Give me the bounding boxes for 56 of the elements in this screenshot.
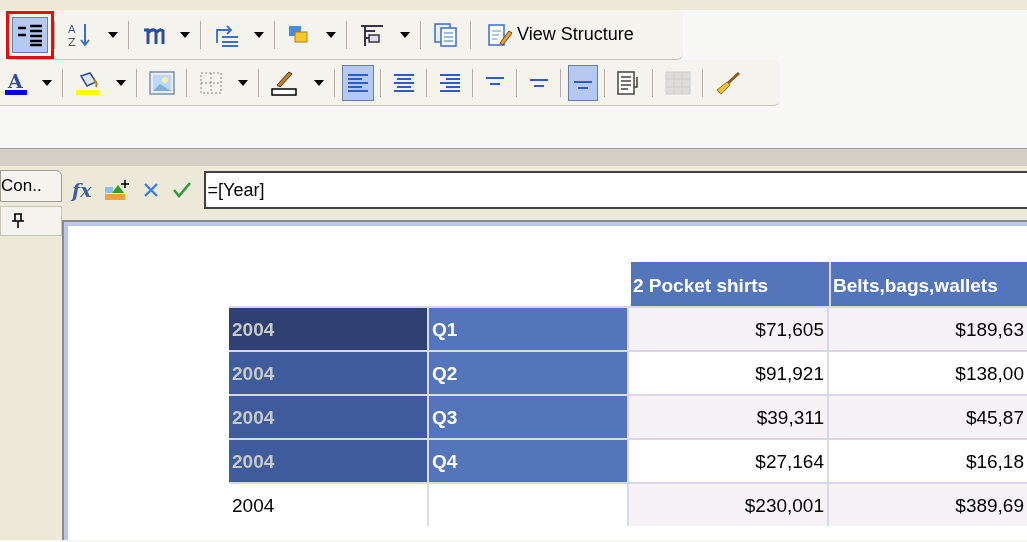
align-center-icon (393, 72, 415, 93)
structure-icon (17, 22, 43, 47)
align-left-button[interactable] (342, 64, 374, 101)
row-header-cell: 2004 (229, 440, 429, 482)
structure-button[interactable] (12, 16, 48, 53)
caret-icon[interactable] (238, 79, 248, 86)
cancel-icon[interactable] (141, 181, 160, 199)
value-cell: $189,63 (829, 308, 1027, 350)
caret-icon[interactable] (180, 31, 190, 38)
align-right-icon (439, 72, 461, 93)
row-header-cell: Q3 (429, 396, 629, 438)
align-left-icon (347, 72, 369, 93)
formula-field[interactable]: =[Year] (203, 171, 1027, 209)
view-structure-button[interactable]: View Structure (478, 16, 639, 53)
function-icon[interactable]: fx (72, 175, 92, 205)
value-cell: $45,87 (829, 396, 1027, 438)
value-cell: $230,001 (629, 484, 829, 526)
row-header-cell: Q1 (429, 308, 629, 350)
image-icon (149, 70, 175, 95)
border-icon (199, 70, 223, 95)
document-pencil-icon (487, 22, 513, 47)
row-header-cell: 2004 (229, 484, 429, 526)
caret-icon[interactable] (326, 31, 336, 38)
layers-icon (287, 23, 311, 46)
row-header-cell: 2004 (229, 308, 429, 350)
panel-tab[interactable]: Con.. (0, 170, 62, 202)
valign-bottom-icon (573, 80, 593, 89)
broom-icon (715, 70, 741, 95)
caret-icon[interactable] (108, 31, 118, 38)
check-icon[interactable] (171, 181, 192, 199)
indent-icon (213, 22, 239, 47)
pin-icon[interactable] (11, 213, 25, 229)
row-header-cell: Q4 (429, 440, 629, 482)
valign-top-icon (485, 76, 505, 85)
valign-middle-icon (529, 78, 549, 87)
align-top-icon (359, 22, 385, 47)
merge-cells-icon (665, 70, 691, 95)
add-variable-icon[interactable] (103, 179, 130, 201)
value-cell: $39,311 (629, 396, 829, 438)
copy-icon (433, 21, 459, 48)
caret-icon[interactable] (116, 79, 126, 86)
row-header-cell: Q2 (429, 352, 629, 394)
caret-icon[interactable] (314, 79, 324, 86)
brush-line-icon (271, 69, 299, 96)
column-header: Belts,bags,wallets (831, 262, 1027, 306)
wrap-text-icon (617, 70, 641, 95)
column-header: 2 Pocket shirts (631, 262, 831, 306)
value-cell: $71,605 (629, 308, 829, 350)
row-header-cell: 2004 (229, 352, 429, 394)
paint-bucket-icon (75, 69, 101, 96)
caret-icon[interactable] (254, 31, 264, 38)
valign-bottom-button[interactable] (568, 64, 598, 101)
caret-icon[interactable] (400, 31, 410, 38)
row-header-cell: 2004 (229, 396, 429, 438)
value-cell: $389,69 (829, 484, 1027, 526)
caret-icon[interactable] (42, 79, 52, 86)
